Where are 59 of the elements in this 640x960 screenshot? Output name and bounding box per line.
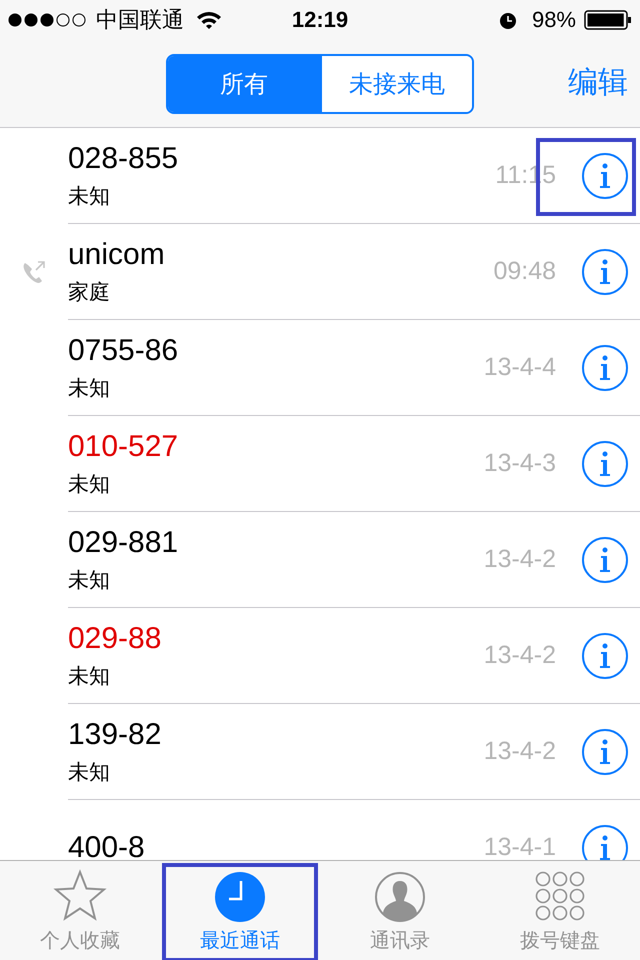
filter-segment[interactable]: 所有	[168, 56, 320, 112]
info-icon	[599, 450, 611, 476]
caller-label: 未知	[68, 760, 111, 786]
wifi-icon	[196, 10, 222, 30]
caller-number: 010-527	[68, 430, 180, 464]
carrier-name: 中国联通	[96, 6, 184, 34]
caller-label: 未知	[68, 664, 111, 690]
clock-time: 12:19	[292, 7, 348, 33]
info-button[interactable]	[582, 344, 628, 390]
info-icon	[599, 642, 611, 668]
caller-label: 未知	[68, 472, 111, 498]
tab-bar-item[interactable]: 最近通话	[160, 861, 320, 960]
edit-button[interactable]: 编辑	[568, 62, 628, 103]
info-button[interactable]	[582, 728, 628, 774]
call-time: 13-4-2	[484, 545, 556, 574]
info-icon	[599, 738, 611, 764]
caller-number: 400-8	[68, 830, 146, 860]
signal-icon	[8, 13, 86, 27]
info-button[interactable]	[582, 152, 628, 198]
info-icon	[599, 354, 611, 380]
caller-number: 029-88	[68, 622, 162, 656]
caller-number: 029-881	[68, 526, 180, 560]
info-icon	[599, 546, 611, 572]
call-row[interactable]: 139-82 未知 13-4-2	[68, 704, 640, 800]
call-row[interactable]: 010-527 未知 13-4-3	[68, 416, 640, 512]
call-row[interactable]: 029-881 未知 13-4-2	[68, 512, 640, 608]
caller-number: 0755-86	[68, 334, 180, 368]
call-time: 13-4-2	[484, 737, 556, 766]
info-button[interactable]	[582, 632, 628, 678]
call-row[interactable]: unicom 家庭 09:48	[68, 224, 640, 320]
call-time: 09:48	[493, 257, 556, 286]
alarm-icon	[498, 10, 518, 30]
call-time: 13-4-2	[484, 641, 556, 670]
caller-number: 139-82	[68, 718, 162, 752]
caller-label: 未知	[68, 568, 111, 594]
call-time: 13-4-1	[484, 833, 556, 860]
info-icon	[599, 258, 611, 284]
caller-number: unicom	[68, 238, 166, 272]
info-icon	[599, 162, 611, 188]
info-icon	[599, 834, 611, 860]
caller-label: 未知	[68, 184, 111, 210]
info-button[interactable]	[582, 440, 628, 486]
info-button[interactable]	[582, 536, 628, 582]
call-time: 13-4-4	[484, 353, 556, 382]
battery-icon	[584, 10, 632, 30]
call-row[interactable]: 0755-86 未知 13-4-4	[68, 320, 640, 416]
star-icon	[53, 869, 107, 923]
filter-segment[interactable]: 未接来电	[320, 56, 472, 112]
person-icon	[374, 871, 426, 923]
call-row[interactable]: 029-88 未知 13-4-2	[68, 608, 640, 704]
keypad-icon	[535, 871, 585, 923]
caller-label: 未知	[68, 376, 111, 402]
clock-icon	[214, 871, 266, 923]
battery-percent: 98%	[532, 7, 576, 33]
info-button[interactable]	[582, 248, 628, 294]
call-time: 13-4-3	[484, 449, 556, 478]
caller-number: 028-855	[68, 142, 180, 176]
info-button[interactable]	[582, 824, 628, 860]
caller-label: 家庭	[68, 280, 111, 306]
